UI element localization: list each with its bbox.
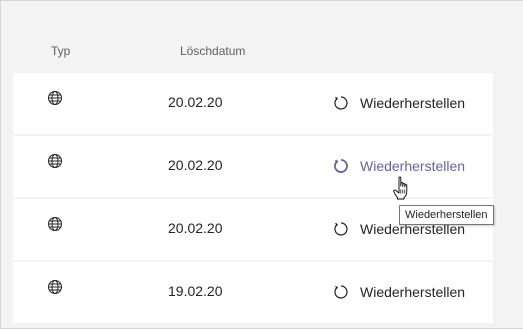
- table-row: 19.02.20 Wiederherstellen: [13, 262, 493, 325]
- globe-icon: [48, 91, 62, 105]
- restore-icon: [334, 159, 348, 173]
- globe-icon: [48, 280, 62, 294]
- globe-icon: [48, 217, 62, 231]
- restore-button[interactable]: Wiederherstellen: [333, 282, 465, 302]
- restore-label: Wiederherstellen: [360, 95, 466, 111]
- table-row: 20.02.20 Wiederherstellen: [13, 73, 493, 136]
- globe-icon: [48, 154, 62, 168]
- table-header: Typ Löschdatum: [0, 38, 500, 64]
- frame-border-top: [0, 0, 523, 1]
- restore-icon: [334, 285, 348, 299]
- deletion-date: 20.02.20: [168, 220, 223, 236]
- hand-pointer-cursor-icon: [393, 176, 408, 200]
- restore-label: Wiederherstellen: [360, 284, 466, 300]
- deletion-date: 19.02.20: [168, 283, 223, 299]
- restore-button[interactable]: Wiederherstellen: [333, 93, 465, 113]
- deleted-items-list: 20.02.20 Wiederherstellen 20.02.20 Wiede…: [13, 73, 493, 325]
- restore-button[interactable]: Wiederherstellen: [333, 156, 465, 176]
- restore-icon: [334, 222, 348, 236]
- column-header-deletion-date[interactable]: Löschdatum: [180, 44, 245, 58]
- column-header-type[interactable]: Typ: [51, 44, 70, 58]
- restore-label: Wiederherstellen: [360, 158, 466, 174]
- restore-tooltip: Wiederherstellen: [399, 205, 494, 225]
- restore-icon: [334, 96, 348, 110]
- deletion-date: 20.02.20: [168, 157, 223, 173]
- table-row: 20.02.20 Wiederherstellen: [13, 136, 493, 199]
- deletion-date: 20.02.20: [168, 94, 223, 110]
